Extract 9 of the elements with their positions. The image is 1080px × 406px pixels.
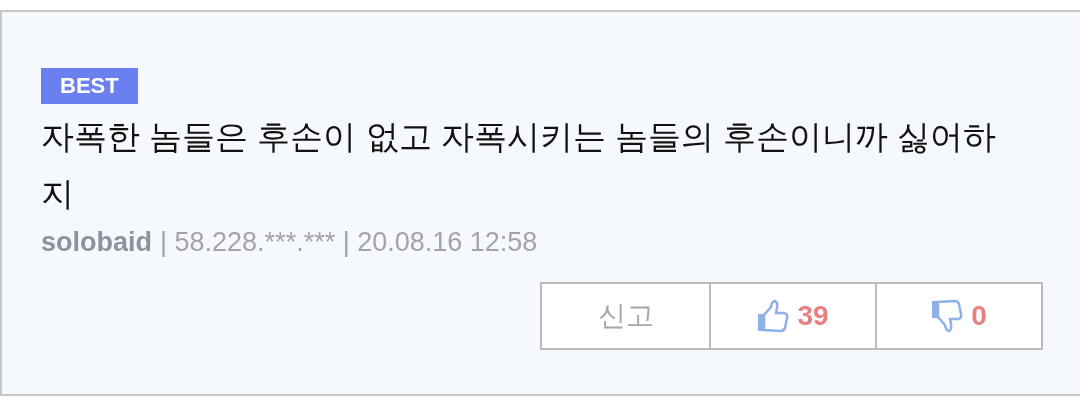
dislike-button[interactable]: 0 <box>875 284 1041 348</box>
comment-text: 자폭한 놈들은 후손이 없고 자폭시키는 놈들의 후손이니까 싫어하지 <box>41 117 998 214</box>
like-button[interactable]: 39 <box>709 284 875 348</box>
thumbs-down-icon <box>931 299 964 333</box>
thumbs-up-icon <box>757 299 790 333</box>
best-badge: BEST <box>41 68 138 104</box>
comment-author[interactable]: solobaid <box>41 224 152 260</box>
report-button[interactable]: 신고 <box>542 284 709 348</box>
comment-meta: | 58.228.***.*** | 20.08.16 12:58 <box>160 226 538 259</box>
